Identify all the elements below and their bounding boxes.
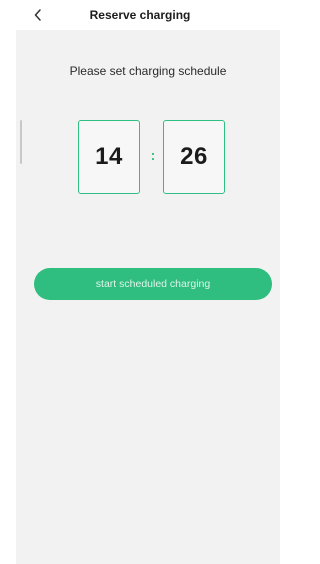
start-button-label: start scheduled charging xyxy=(95,278,211,290)
hours-value: 14 xyxy=(95,143,123,170)
start-scheduled-charging-button[interactable]: start scheduled charging xyxy=(34,268,272,300)
hours-picker[interactable]: 14 xyxy=(78,120,140,194)
reserve-charging-screen: Reserve charging Please set charging sch… xyxy=(0,0,280,564)
top-bar: Reserve charging xyxy=(0,0,280,30)
page-title: Reserve charging xyxy=(89,8,191,22)
time-separator: : xyxy=(150,147,156,163)
scroll-indicator xyxy=(20,120,22,164)
schedule-instruction: Please set charging schedule xyxy=(69,64,227,78)
minutes-picker[interactable]: 26 xyxy=(163,120,225,194)
minutes-value: 26 xyxy=(180,143,208,170)
